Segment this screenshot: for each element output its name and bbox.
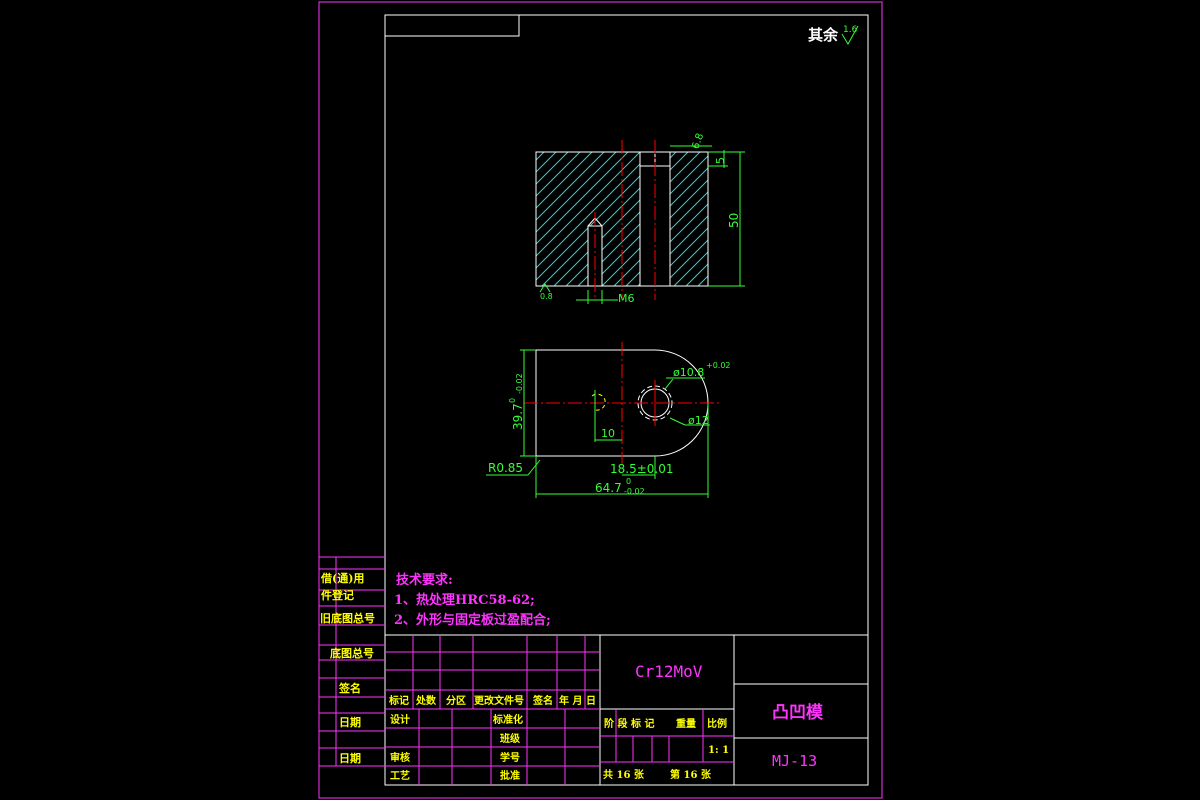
rev-header-count: 处数 (415, 694, 437, 707)
dim-counterbore: ø12 (688, 414, 709, 427)
code-box (384, 14, 520, 37)
stage-header-mark: 阶 段 标 记 (604, 717, 654, 730)
section-view: 6.8 5 50 M6 0.8 (535, 132, 745, 305)
dim-width-tol-upper: 0 (508, 398, 517, 403)
dim-width: 39.7 (511, 403, 525, 430)
dim-hole-dia: ø10.8 (673, 366, 704, 379)
dim-width-tol-lower: -0.02 (515, 373, 524, 394)
rev-header-date: 年 月 日 (559, 694, 596, 707)
stage-header-scale: 比例 (707, 717, 727, 730)
dim-center: 18.5±0.01 (610, 462, 674, 476)
sheet-number: 第 16 张 (670, 768, 712, 781)
section-hatch-topright (670, 152, 708, 166)
stage-header-weight: 重量 (676, 717, 696, 730)
dim-counterbore-dia: 6.8 (690, 132, 706, 151)
total-sheets: 共 16 张 (603, 768, 645, 781)
label-process: 工艺 (390, 769, 410, 782)
side-label-date-2: 日期 (339, 751, 361, 765)
label-approve: 批准 (500, 769, 520, 782)
side-label-signature: 签名 (338, 681, 361, 695)
rev-header-zone: 分区 (446, 694, 466, 707)
roughness-label: 其余 (808, 26, 839, 44)
part-name: 凸凹模 (772, 702, 824, 723)
dim-radius: R0.85 (488, 461, 523, 475)
label-check: 审核 (390, 751, 410, 764)
side-label-register: 件登记 (321, 588, 354, 602)
dim-length-tol-upper: 0 (626, 477, 631, 486)
scale-value: 1: 1 (708, 745, 729, 756)
rev-header-sign: 签名 (532, 694, 553, 707)
label-class: 班级 (500, 732, 521, 745)
tech-req-title: 技术要求: (396, 572, 453, 588)
rev-header-doc: 更改文件号 (474, 694, 524, 707)
dim-thread: M6 (618, 292, 635, 305)
side-label-base: 底图总号 (330, 646, 374, 660)
plan-view: ø10.8 +0.02 ø12 39.7 0 -0.02 10 R0.85 18… (486, 342, 731, 498)
cad-drawing: 其余 1.6 6.8 5 50 M6 0.8 ø10.8 +0.02 ø12 3… (318, 1, 883, 799)
tapped-hole-plan (591, 393, 606, 411)
drawing-number: MJ-13 (772, 752, 817, 770)
dim-roughness-bottom: 0.8 (540, 292, 553, 301)
dim-length: 64.7 (595, 481, 622, 495)
label-design: 设计 (390, 713, 410, 726)
dim-length-tol-lower: -0.02 (624, 487, 645, 496)
dim-counterbore-depth: 5 (714, 157, 727, 164)
dim-offset: 10 (601, 427, 615, 440)
material: Cr12MoV (635, 662, 703, 681)
tech-req-item-2: 2、外形与固定板过盈配合; (394, 612, 551, 628)
tech-req-item-1: 1、热处理HRC58-62; (394, 592, 535, 608)
section-hatch-right (670, 166, 708, 286)
rev-header-mark: 标记 (388, 694, 409, 707)
label-standardization: 标准化 (492, 713, 523, 726)
dim-height: 50 (727, 213, 741, 228)
dim-hole-tol: +0.02 (706, 361, 731, 370)
label-student-id: 学号 (500, 751, 520, 764)
side-label-borrowed: 借(通)用 (320, 571, 364, 585)
side-label-old-base: 旧底图总号 (320, 611, 375, 625)
side-label-date-1: 日期 (339, 715, 361, 729)
